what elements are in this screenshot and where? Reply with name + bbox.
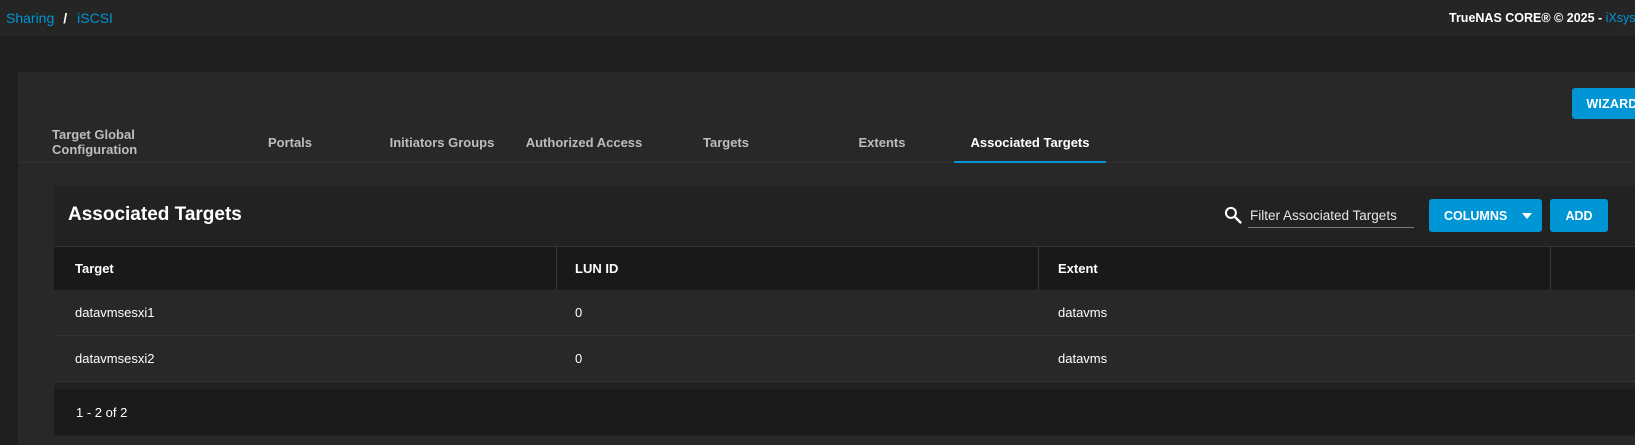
cell-extent: datavms — [1058, 351, 1108, 366]
wizard-button[interactable]: WIZARD — [1572, 88, 1635, 119]
tab-bar: Target Global Configuration Portals Init… — [18, 122, 1635, 163]
caret-down-icon[interactable] — [1522, 213, 1532, 219]
table-title: Associated Targets — [68, 204, 242, 225]
cell-target: datavmsesxi2 — [75, 351, 155, 366]
pagination-range: 1 - 2 of 2 — [76, 405, 128, 420]
header-target[interactable]: Target — [75, 247, 114, 290]
column-divider — [1550, 247, 1551, 290]
header-extent[interactable]: Extent — [1058, 247, 1098, 290]
company-link[interactable]: iXsystems, Inc. — [1606, 11, 1635, 25]
cell-lun-id: 0 — [575, 351, 583, 366]
tab-targets[interactable]: Targets — [696, 122, 756, 162]
table-row[interactable]: datavmsesxi1 0 datavms — [54, 290, 1635, 336]
cell-lun-id: 0 — [575, 305, 583, 320]
breadcrumb-iscsi[interactable]: iSCSI — [77, 10, 113, 26]
breadcrumb-separator: / — [63, 10, 68, 26]
filter-input[interactable] — [1248, 203, 1414, 228]
column-divider — [556, 247, 557, 290]
search-icon — [1224, 206, 1242, 224]
header-lun-id[interactable]: LUN ID — [575, 247, 618, 290]
cell-extent: datavms — [1058, 305, 1108, 320]
tab-authorized-access[interactable]: Authorized Access — [514, 122, 654, 162]
cell-target: datavmsesxi1 — [75, 305, 155, 320]
tab-portals[interactable]: Portals — [264, 122, 316, 162]
table-row[interactable]: datavmsesxi2 0 datavms — [54, 336, 1635, 382]
tab-extents[interactable]: Extents — [854, 122, 910, 162]
copyright-text: TrueNAS CORE® © 2025 - — [1449, 11, 1606, 25]
tab-initiators-groups[interactable]: Initiators Groups — [380, 122, 504, 162]
columns-button[interactable]: COLUMNS — [1429, 199, 1542, 232]
tab-target-global-configuration[interactable]: Target Global Configuration — [52, 122, 204, 162]
table-header: Target LUN ID Extent — [54, 246, 1635, 291]
tab-associated-targets[interactable]: Associated Targets — [954, 122, 1106, 162]
columns-label: COLUMNS — [1444, 209, 1508, 223]
breadcrumb: Sharing / iSCSI — [6, 10, 113, 26]
breadcrumb-sharing[interactable]: Sharing — [6, 10, 54, 26]
table-footer: 1 - 2 of 2 — [54, 389, 1635, 435]
top-bar: Sharing / iSCSI TrueNAS CORE® © 2025 - i… — [0, 0, 1635, 36]
active-tab-indicator — [954, 161, 1106, 163]
add-button[interactable]: ADD — [1550, 199, 1608, 232]
column-divider — [1038, 247, 1039, 290]
copyright: TrueNAS CORE® © 2025 - iXsystems, Inc. — [1449, 11, 1635, 26]
